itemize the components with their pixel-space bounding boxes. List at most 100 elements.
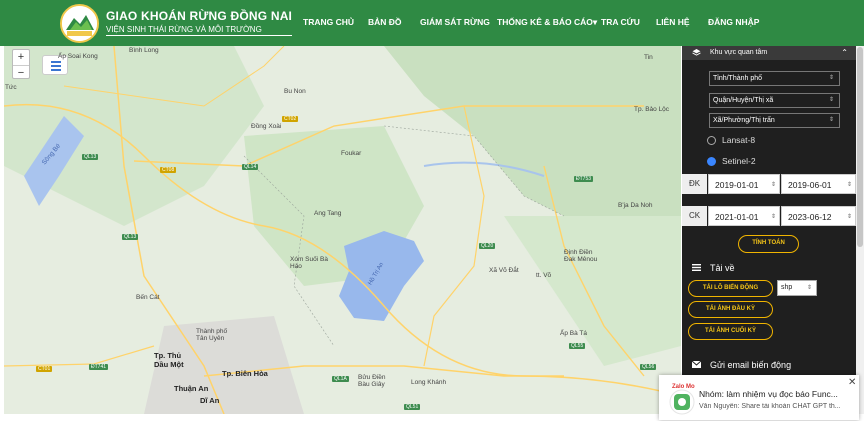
chevron-up-icon[interactable]: ⌃ <box>841 46 848 60</box>
map-label: Bến Cát <box>136 294 160 301</box>
nav-login[interactable]: ĐĂNG NHẬP <box>708 17 759 27</box>
province-select[interactable]: Tỉnh/Thành phố ⇕ <box>709 71 840 86</box>
analysis-panel: Khu vực quan tâm ⌃ Tỉnh/Thành phố ⇕ Quận/… <box>682 46 856 414</box>
spinner-icon[interactable]: ⇕ <box>847 207 852 227</box>
map-label: Tin <box>644 54 653 61</box>
download-change-button[interactable]: TẢI LÔ BIẾN ĐỘNG <box>688 280 773 297</box>
ck-label: CK <box>682 206 707 226</box>
chat-notification[interactable]: Zalo Mo Nhóm: làm nhiệm vụ đọc báo Func.… <box>659 375 859 420</box>
road-shield: QL20 <box>479 243 496 249</box>
select-caret-icon: ⇕ <box>828 97 834 103</box>
road-shield: QL51 <box>404 404 421 410</box>
map-city-label: Thuận An <box>174 384 209 393</box>
district-select[interactable]: Quận/Huyện/Thị xã ⇕ <box>709 93 840 108</box>
top-navbar: GIAO KHOÁN RỪNG ĐỒNG NAI VIỆN SINH THÁI … <box>0 0 864 46</box>
spinner-icon[interactable]: ⇕ <box>771 175 776 195</box>
format-select[interactable]: shp ⇕ <box>777 280 817 296</box>
map-label: Foukar <box>341 150 362 157</box>
email-section-title: Gửi email biến động <box>692 360 792 370</box>
commune-select-value: Xã/Phường/Thị trấn <box>713 117 775 124</box>
nav-lookup[interactable]: TRA CỨU <box>601 17 640 27</box>
nav-home[interactable]: TRANG CHỦ <box>303 17 354 27</box>
ck-from-date[interactable]: 2021-01-01 ⇕ <box>708 206 780 226</box>
dk-to-date[interactable]: 2019-06-01 ⇕ <box>781 174 856 194</box>
notification-title: Nhóm: làm nhiệm vụ đọc báo Func... <box>699 389 838 399</box>
road-shield: QL13 <box>122 234 139 240</box>
province-select-value: Tỉnh/Thành phố <box>713 75 763 82</box>
radio-button[interactable] <box>707 136 716 145</box>
road-shield: QL13 <box>82 154 99 160</box>
select-caret-icon: ⇕ <box>828 117 834 123</box>
radio-setinel2[interactable]: Setinel-2 <box>707 156 756 166</box>
download-start-image-button[interactable]: TẢI ẢNH ĐẦU KỲ <box>688 301 773 318</box>
envelope-icon <box>692 361 701 368</box>
map-label: Tức <box>5 84 17 91</box>
ck-to-date-value: 2023-06-12 <box>788 212 832 222</box>
road-shield: CT01 <box>36 366 53 372</box>
close-icon[interactable]: ✕ <box>848 377 856 388</box>
map-label: Xã Võ Đắt <box>489 267 519 274</box>
dk-from-date[interactable]: 2019-01-01 ⇕ <box>708 174 780 194</box>
map-city-label: Tp. Thủ Dầu Một <box>154 351 184 369</box>
radio-button-selected[interactable] <box>707 157 716 166</box>
site-logo[interactable] <box>60 4 99 43</box>
road-shield: ĐT741 <box>89 364 109 370</box>
road-shield: ĐT753 <box>574 176 594 182</box>
chat-app-icon: Zalo Mo <box>664 383 696 415</box>
road-shield: CT08 <box>160 167 177 173</box>
road-shield: QL14 <box>242 164 259 170</box>
map-label: B'ja Da Noh <box>618 202 653 209</box>
road-shield: QL56 <box>640 364 657 370</box>
download-end-image-button[interactable]: TẢI ẢNH CUỐI KỲ <box>688 323 773 340</box>
road-shield: CT02 <box>282 116 299 122</box>
radio-label: Setinel-2 <box>722 156 756 166</box>
map-label: Ấp Bà Tá <box>560 330 587 337</box>
scrollbar-thumb[interactable] <box>857 47 863 247</box>
dk-to-date-value: 2019-06-01 <box>788 180 832 190</box>
district-select-value: Quận/Huyện/Thị xã <box>713 97 774 104</box>
nav-contact[interactable]: LIÊN HỆ <box>656 17 690 27</box>
map-label: Đồng Xoài <box>251 123 282 130</box>
ck-to-date[interactable]: 2023-06-12 ⇕ <box>781 206 856 226</box>
email-title: Gửi email biến động <box>710 360 792 370</box>
select-caret-icon: ⇕ <box>806 285 812 291</box>
download-title: Tải về <box>710 263 735 273</box>
map-label: Thành phố Tân Uyên <box>196 328 228 342</box>
commune-select[interactable]: Xã/Phường/Thị trấn ⇕ <box>709 113 840 128</box>
nav-statistics-label: THỐNG KÊ & BÁO CÁO <box>497 17 593 27</box>
map-basemap <box>4 46 681 414</box>
map-label: Bu Non <box>284 88 306 95</box>
zoom-in-button[interactable]: + <box>13 50 29 65</box>
road-shield: QL1A <box>332 376 349 382</box>
nav-map[interactable]: BẢN ĐỒ <box>368 17 402 27</box>
brand: GIAO KHOÁN RỪNG ĐỒNG NAI VIỆN SINH THÁI … <box>106 9 293 36</box>
map-view[interactable]: + − Tức Bình Long Ấp Soai Kong Bu Non Đồ… <box>4 46 681 414</box>
map-label: tt. Võ <box>536 272 552 279</box>
format-select-value: shp <box>781 284 793 291</box>
nav-statistics-reports[interactable]: THỐNG KÊ & BÁO CÁO▾ <box>497 17 597 28</box>
zoom-control: + − <box>12 49 30 79</box>
map-label: Ấp Soai Kong <box>58 53 98 60</box>
nav-forest-monitoring[interactable]: GIÁM SÁT RỪNG <box>420 17 490 27</box>
download-section-title: Tải về <box>692 263 735 273</box>
compute-button[interactable]: TÍNH TOÁN <box>738 235 799 253</box>
panel-scrollbar[interactable] <box>856 46 864 414</box>
brand-subtitle: VIỆN SINH THÁI RỪNG VÀ MÔI TRƯỜNG <box>106 25 293 36</box>
zoom-out-button[interactable]: − <box>13 65 29 80</box>
radio-lansat8[interactable]: Lansat-8 <box>707 135 756 145</box>
spinner-icon[interactable]: ⇕ <box>847 175 852 195</box>
spinner-icon[interactable]: ⇕ <box>771 207 776 227</box>
map-label: Định Điền Đak Mênou <box>564 249 598 263</box>
map-city-label: Tp. Biên Hòa <box>222 369 268 378</box>
map-label: Ang Tang <box>314 210 342 217</box>
dk-label: ĐK <box>682 174 707 194</box>
ck-from-date-value: 2021-01-01 <box>715 212 759 222</box>
map-city-label: Dĩ An <box>200 396 220 405</box>
road-shield: QL55 <box>569 343 586 349</box>
map-label: Tp. Bảo Lộc <box>634 106 670 113</box>
select-caret-icon: ⇕ <box>828 75 834 81</box>
area-of-interest-header[interactable]: Khu vực quan tâm ⌃ <box>682 46 856 60</box>
map-label: Long Khánh <box>411 379 447 386</box>
radio-label: Lansat-8 <box>722 135 756 145</box>
menu-icon <box>51 61 61 63</box>
